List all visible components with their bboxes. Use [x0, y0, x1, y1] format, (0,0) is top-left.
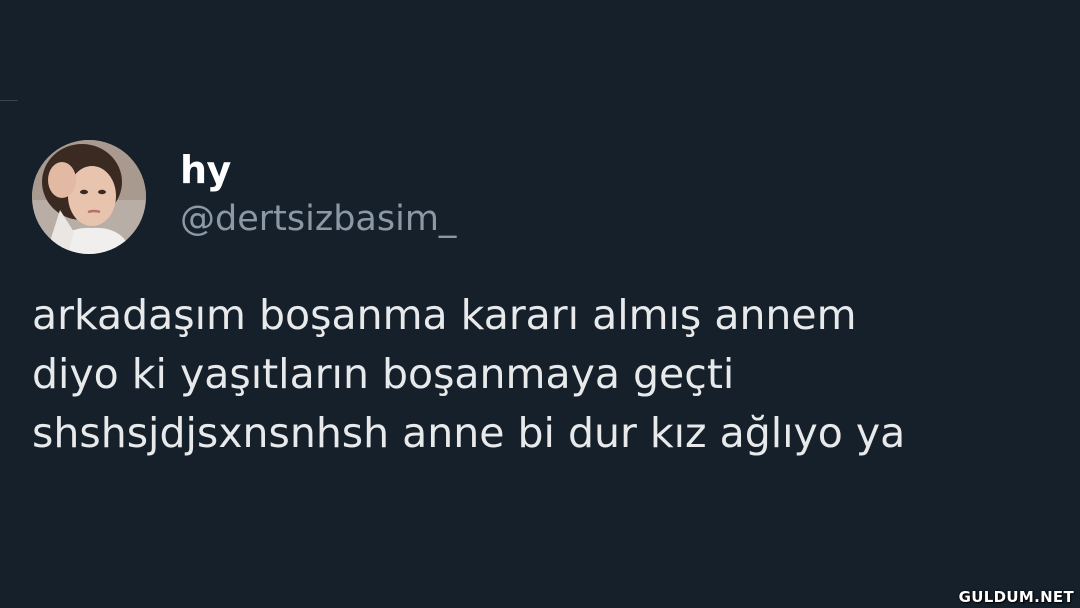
tweet-author: hy @dertsizbasim_ [180, 148, 456, 242]
display-name[interactable]: hy [180, 148, 456, 192]
watermark-text: GULDUM.NET [958, 588, 1074, 606]
username[interactable]: @dertsizbasim_ [180, 196, 456, 242]
tweet-header: hy @dertsizbasim_ [32, 140, 456, 254]
avatar[interactable] [32, 140, 146, 254]
divider-line [0, 100, 18, 101]
avatar-photo [32, 140, 146, 254]
tweet-text: arkadaşım boşanma kararı almış annem diy… [32, 291, 906, 457]
